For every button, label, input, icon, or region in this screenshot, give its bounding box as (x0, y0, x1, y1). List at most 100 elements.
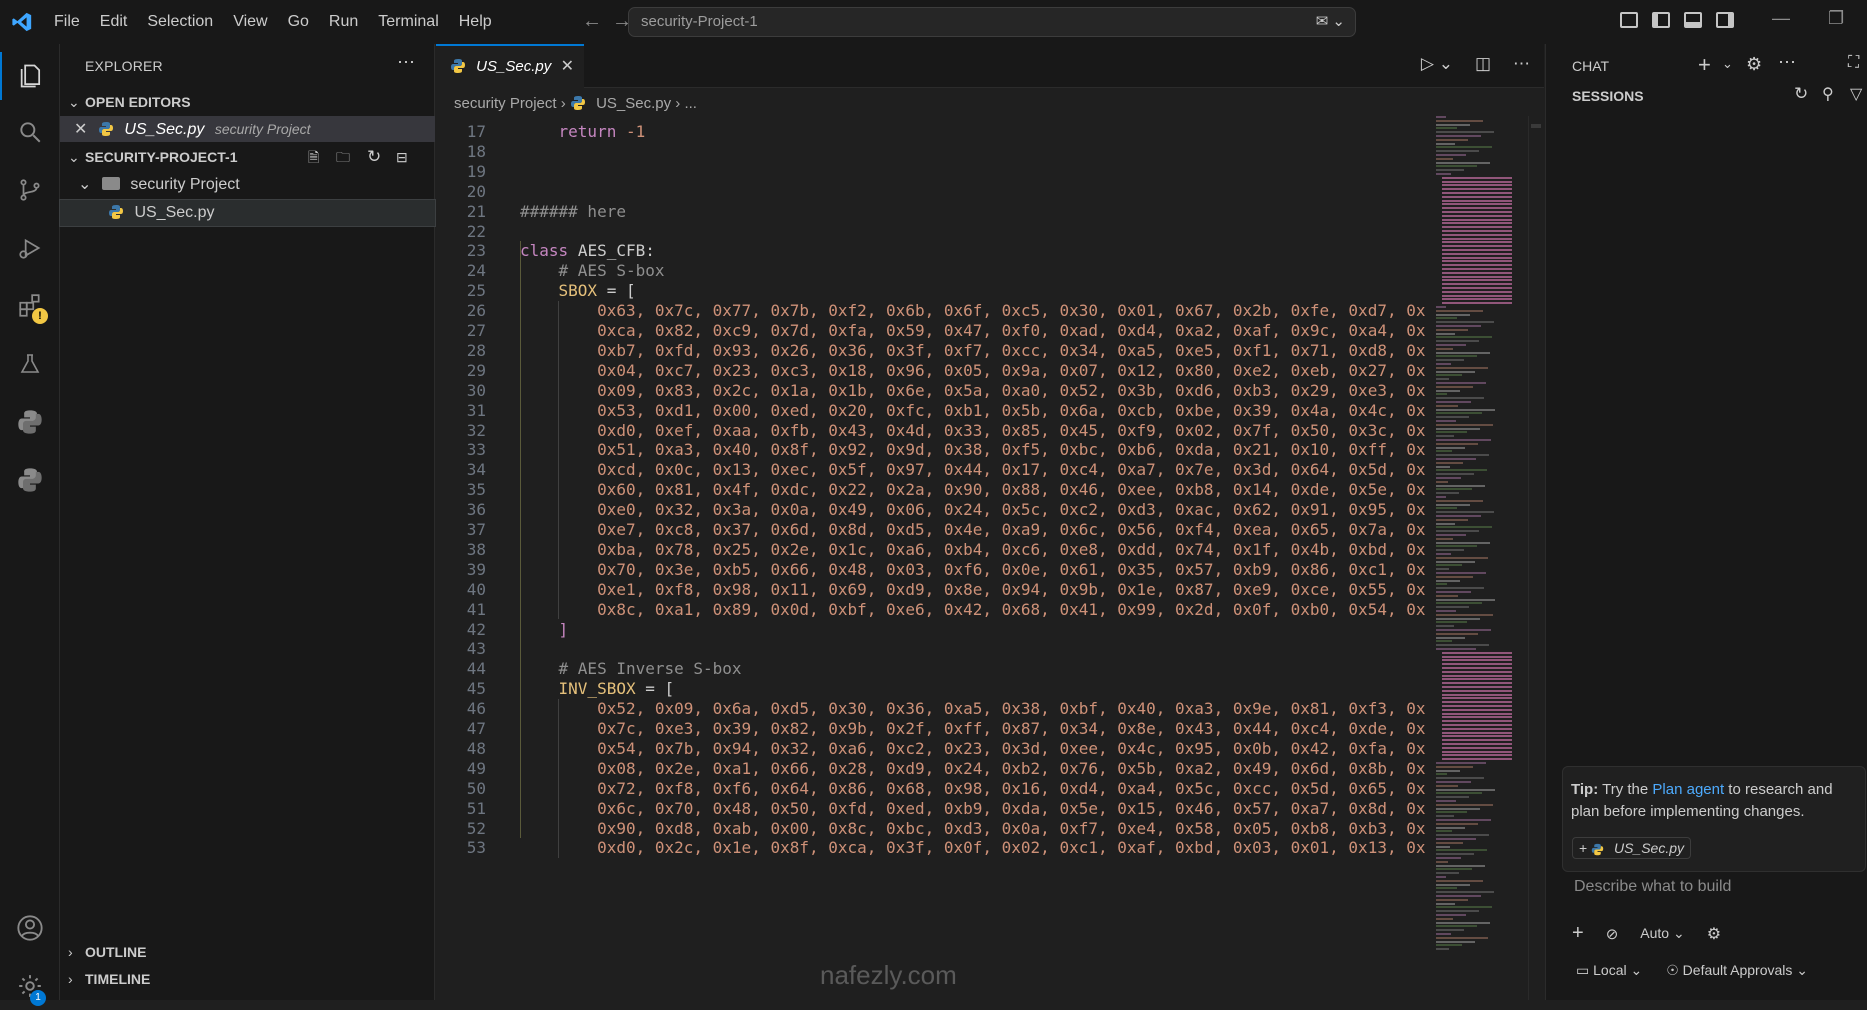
editor-more-icon[interactable]: ⋯ (1513, 54, 1530, 74)
run-debug-icon[interactable] (0, 224, 60, 272)
explorer-icon[interactable] (0, 52, 60, 100)
tab-us-sec-py[interactable]: US_Sec.py ✕ (436, 44, 584, 89)
collapse-all-icon[interactable]: ⊟ (396, 144, 408, 170)
extensions-icon[interactable]: ! (0, 282, 60, 330)
open-editors-section[interactable]: ⌄ OPEN EDITORS (60, 89, 435, 115)
restore-icon[interactable]: ❐ (1828, 8, 1844, 29)
outline-section[interactable]: › OUTLINE (60, 939, 435, 965)
minimap-line (1436, 435, 1454, 438)
close-tab-icon[interactable]: ✕ (561, 46, 574, 88)
hex-values-token: 0xca, 0x82, 0xc9, 0x7d, 0xfa, 0x59, 0x47… (597, 321, 1426, 340)
back-arrow-icon[interactable]: ← (582, 10, 602, 33)
search-icon[interactable]: ⚲ (1822, 84, 1834, 104)
minimap-line (1436, 526, 1492, 529)
minimap-line (1442, 735, 1512, 738)
chat-settings-gear-icon[interactable]: ⚙ (1746, 54, 1762, 75)
new-file-icon[interactable]: 🗎 (308, 144, 319, 170)
mode-picker[interactable]: Auto ⌄ (1640, 925, 1684, 942)
scrollbar-thumb[interactable] (1531, 124, 1541, 128)
minimap-line (1436, 933, 1451, 935)
approvals-picker[interactable]: ☉ Default Approvals ⌄ (1666, 962, 1808, 979)
menu-run[interactable]: Run (319, 0, 368, 44)
manage-gear-icon[interactable]: 1 (0, 962, 60, 1010)
menu-terminal[interactable]: Terminal (368, 0, 448, 44)
location-picker[interactable]: ▭ Local ⌄ (1576, 962, 1642, 979)
chevron-down-icon[interactable]: ⌄ (1722, 56, 1733, 72)
file-item[interactable]: US_Sec.py (59, 199, 436, 227)
command-center-search[interactable]: security-Project-1 ✉ ⌄ (628, 7, 1356, 37)
customize-layout-icon[interactable] (1620, 12, 1638, 28)
add-context-icon: + (1579, 840, 1588, 856)
source-control-icon[interactable] (0, 166, 60, 214)
minimap-line (1436, 800, 1456, 802)
plan-agent-link[interactable]: Plan agent (1652, 781, 1724, 798)
editor-scrollbar[interactable] (1528, 116, 1542, 1000)
search-icon[interactable] (0, 108, 60, 156)
more-actions-icon[interactable]: ⋯ (397, 52, 415, 73)
toggle-secondary-sidebar-icon[interactable] (1716, 12, 1734, 28)
minimap-line (1436, 378, 1449, 381)
new-folder-icon[interactable]: 🗀 (336, 144, 350, 170)
project-section[interactable]: ⌄ SECURITY-PROJECT-1 🗎 🗀 ↻ ⊟ (60, 144, 435, 170)
split-editor-icon[interactable]: ◫ (1475, 54, 1491, 74)
project-label: SECURITY-PROJECT-1 (85, 149, 238, 165)
menu-go[interactable]: Go (278, 0, 319, 44)
account-icon[interactable] (0, 904, 60, 952)
menu-selection[interactable]: Selection (137, 0, 223, 44)
filter-icon[interactable]: ▽ (1850, 84, 1862, 104)
menu-view[interactable]: View (223, 0, 277, 44)
tune-icon[interactable]: ⚙ (1707, 924, 1721, 944)
menu-file[interactable]: File (44, 0, 90, 44)
line-number: 48 (466, 738, 486, 758)
menu-help[interactable]: Help (449, 0, 502, 44)
minimap-line (1442, 302, 1512, 305)
python-icon[interactable] (0, 398, 60, 446)
timeline-section[interactable]: › TIMELINE (60, 966, 435, 992)
toggle-panel-icon[interactable] (1684, 12, 1702, 28)
tools-icon[interactable]: ⊘ (1606, 925, 1619, 943)
minimap-line (1436, 446, 1465, 449)
new-chat-icon[interactable]: + (1698, 52, 1711, 78)
minimap[interactable] (1428, 116, 1528, 1000)
line-number: 29 (466, 360, 486, 380)
code-editor[interactable]: 17 return -1 18 19 20 21 ###### here 22 23 class… (436, 118, 1426, 1000)
minimap-line (1436, 340, 1479, 343)
code-line: ] (520, 620, 569, 639)
menu-edit[interactable]: Edit (90, 0, 138, 44)
copilot-chat-icon[interactable]: ✉ ⌄ (1316, 8, 1345, 36)
tip-prefix: Tip: (1571, 781, 1599, 798)
keyword-token: class (520, 241, 569, 261)
folder-item[interactable]: ⌄ security Project (60, 172, 435, 198)
breadcrumb-folder[interactable]: security Project (454, 95, 557, 112)
attach-plus-icon[interactable]: + (1572, 922, 1584, 945)
chat-more-icon[interactable]: ⋯ (1778, 52, 1796, 73)
minimap-line (1442, 252, 1512, 255)
chat-input[interactable]: Describe what to build (1574, 878, 1731, 896)
minimap-line (1442, 290, 1512, 293)
run-python-icon[interactable]: ▷ ⌄ (1421, 54, 1453, 74)
toggle-primary-sidebar-icon[interactable] (1652, 12, 1670, 28)
maximize-panel-icon[interactable]: ⛶ (1848, 54, 1859, 72)
context-file-chip[interactable]: + US_Sec.py (1572, 837, 1692, 859)
breadcrumb-more[interactable]: ... (684, 95, 697, 112)
breadcrumb-file[interactable]: US_Sec.py (596, 95, 671, 112)
number-token: -1 (625, 122, 646, 141)
minimap-line (1436, 370, 1475, 373)
minimap-line (1436, 336, 1492, 339)
refresh-icon[interactable]: ↻ (1794, 84, 1808, 104)
refresh-icon[interactable]: ↻ (367, 144, 381, 170)
minimap-line (1442, 211, 1512, 213)
folder-name: security Project (130, 176, 240, 193)
code-line: 0xba, 0x78, 0x25, 0x2e, 0x1c, 0xa6, 0xb4… (520, 540, 1425, 559)
line-number: 32 (466, 420, 486, 440)
minimap-line (1436, 598, 1495, 601)
code-line: 0x53, 0xd1, 0x00, 0xed, 0x20, 0xfc, 0xb1… (520, 401, 1425, 420)
python-environments-icon[interactable] (0, 456, 60, 504)
open-editor-item[interactable]: ✕ US_Sec.py security Project (60, 116, 435, 142)
minimap-line (1442, 195, 1512, 198)
minimap-line (1442, 708, 1512, 711)
code-line: 0xca, 0x82, 0xc9, 0x7d, 0xfa, 0x59, 0x47… (520, 321, 1425, 340)
close-editor-icon[interactable]: ✕ (74, 121, 87, 138)
testing-flask-icon[interactable] (0, 340, 60, 388)
minimize-icon[interactable]: — (1772, 8, 1790, 29)
